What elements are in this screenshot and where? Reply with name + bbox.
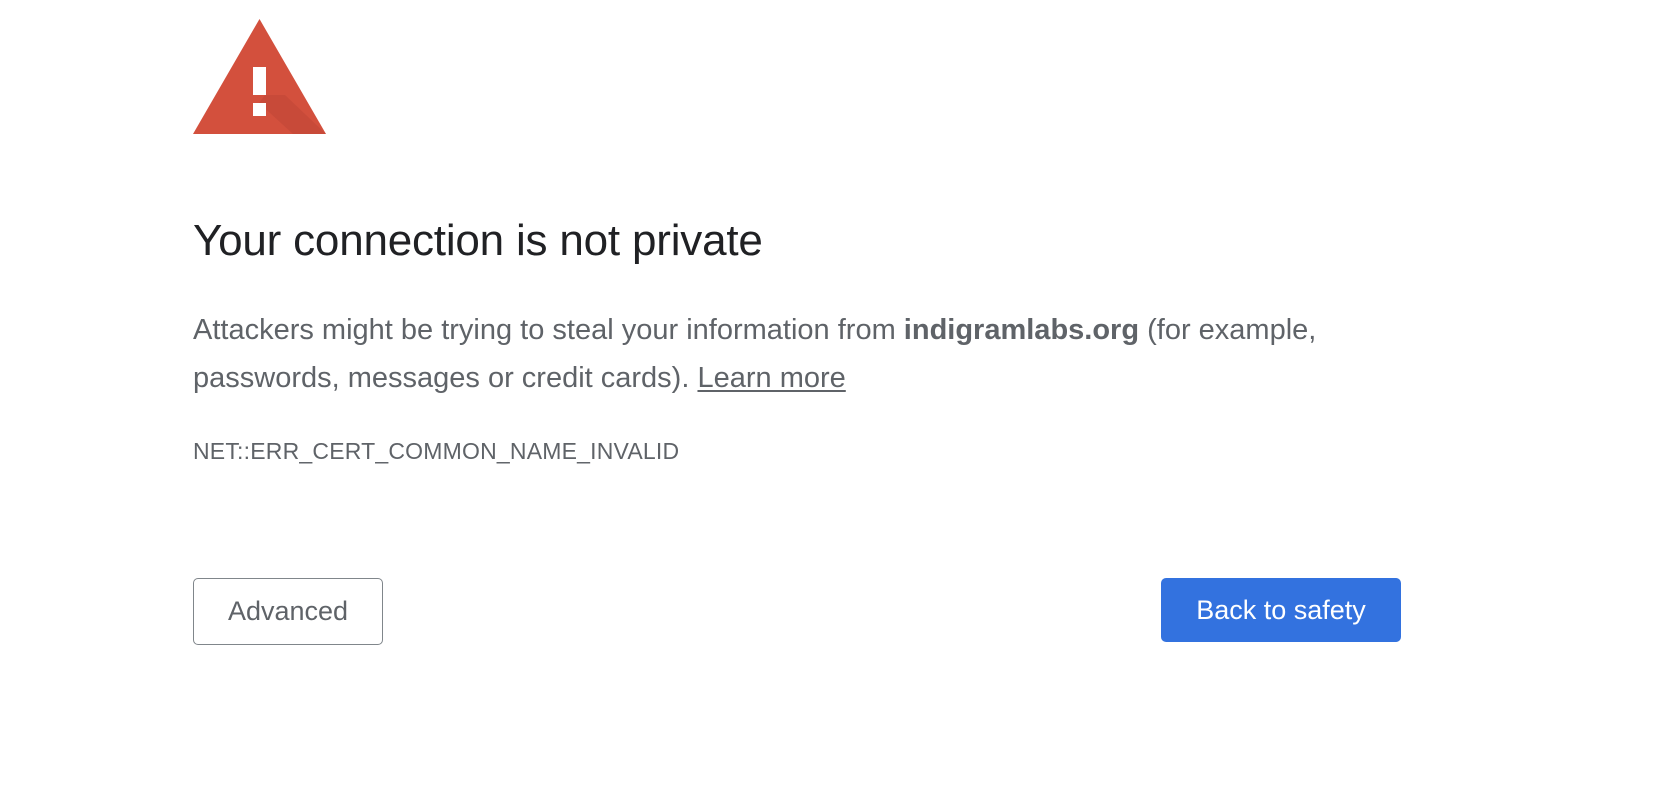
back-to-safety-button[interactable]: Back to safety [1161, 578, 1401, 642]
site-domain: indigramlabs.org [903, 314, 1140, 346]
error-code: NET::ERR_CERT_COMMON_NAME_INVALID [193, 438, 680, 464]
interstitial-page: Your connection is not private Attackers… [0, 0, 1680, 792]
warning-triangle-icon [193, 19, 326, 134]
page-title: Your connection is not private [193, 216, 763, 265]
learn-more-link[interactable]: Learn more [697, 362, 845, 394]
error-description: Attackers might be trying to steal your … [193, 306, 1333, 402]
advanced-button[interactable]: Advanced [193, 578, 383, 645]
message-prefix: Attackers might be trying to steal your … [193, 314, 904, 346]
